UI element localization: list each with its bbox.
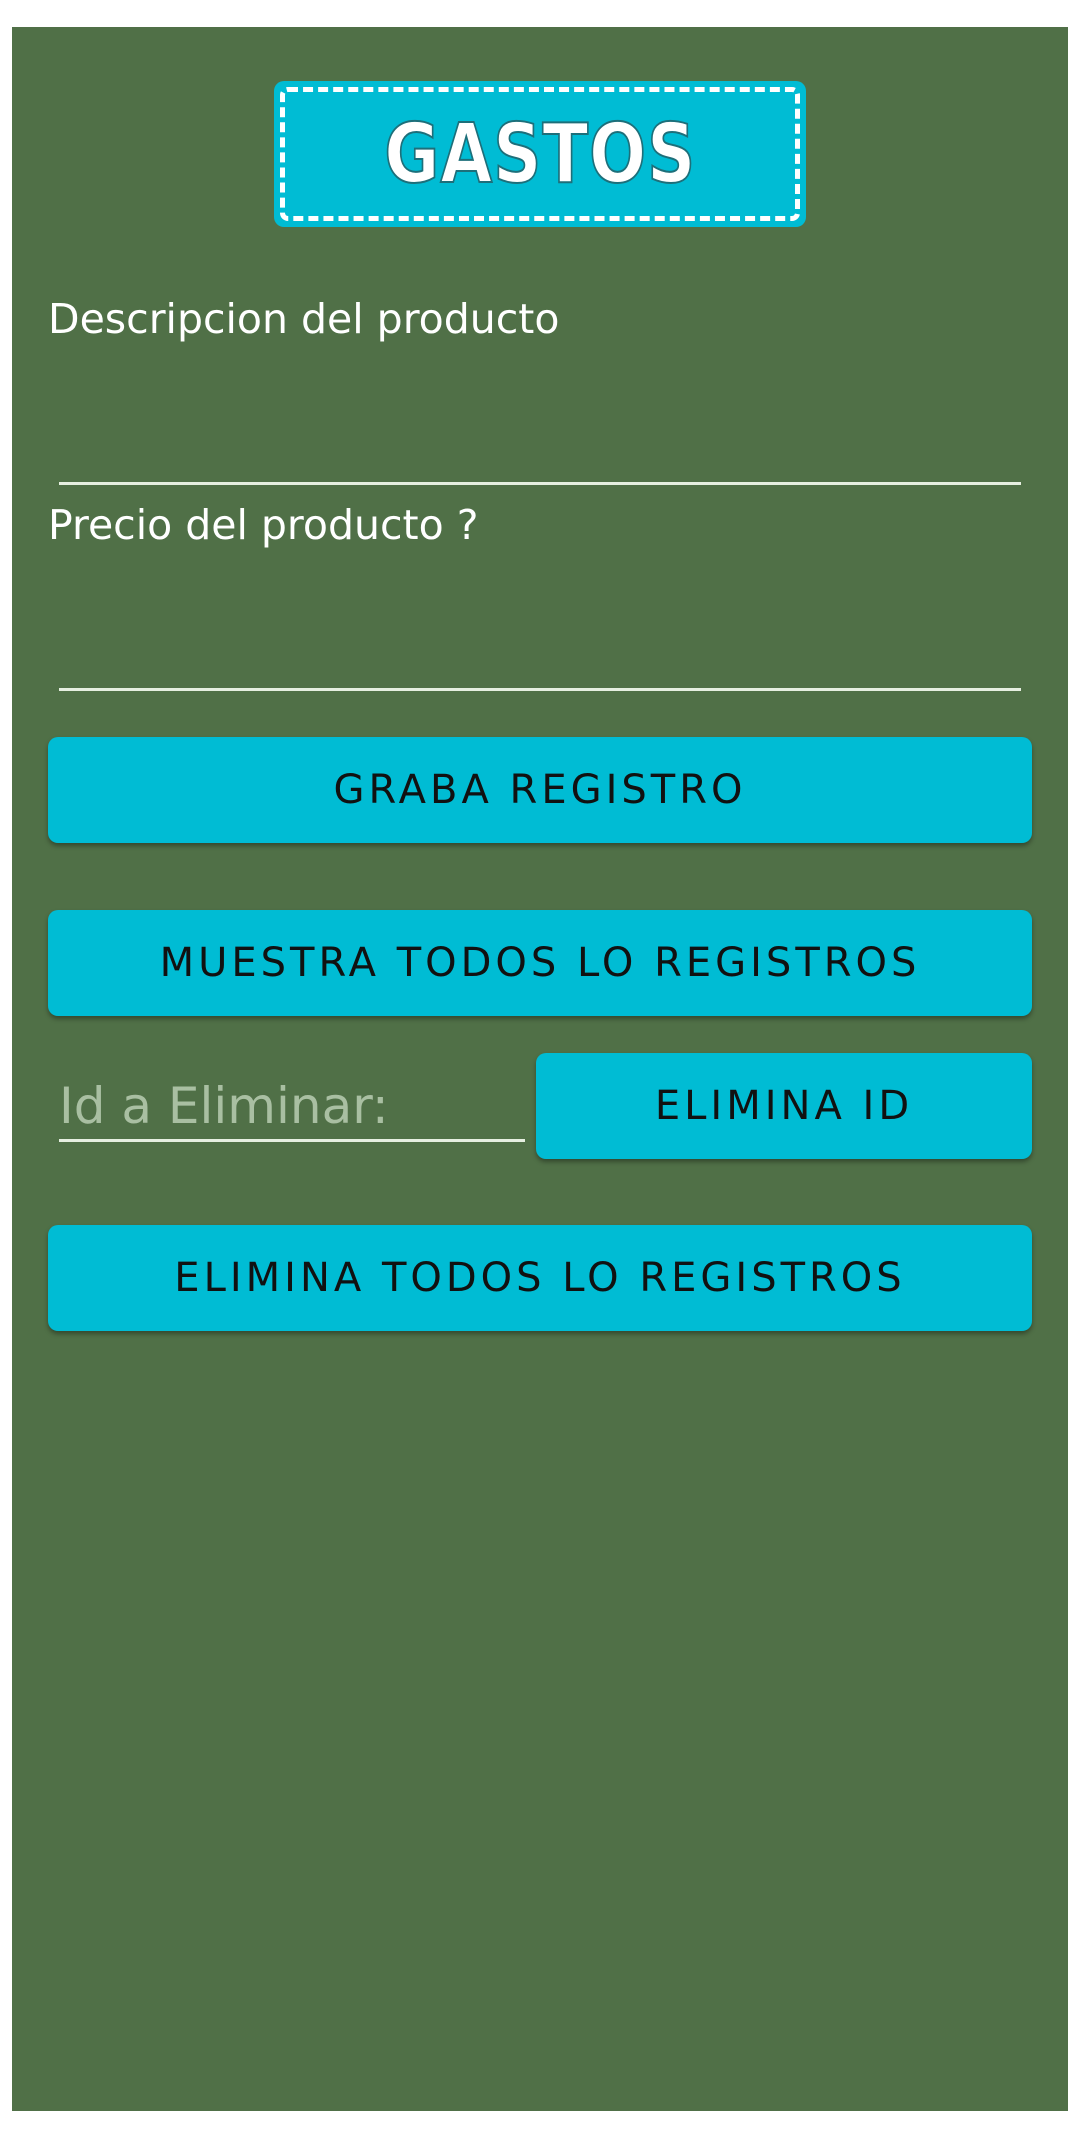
price-input[interactable] xyxy=(59,621,1021,691)
title-border: GASTOS xyxy=(280,87,800,221)
price-label: Precio del producto ? xyxy=(48,501,479,549)
delete-id-button[interactable]: ELIMINA ID xyxy=(536,1053,1032,1159)
page-title: GASTOS xyxy=(383,106,697,203)
title-badge: GASTOS xyxy=(274,81,806,227)
delete-all-records-button[interactable]: ELIMINA TODOS LO REGISTROS xyxy=(48,1225,1032,1331)
description-label: Descripcion del producto xyxy=(48,295,560,343)
app-screen: GASTOS Descripcion del producto Precio d… xyxy=(12,27,1068,2111)
save-record-button[interactable]: GRABA REGISTRO xyxy=(48,737,1032,843)
delete-id-input[interactable] xyxy=(59,1072,525,1142)
description-input[interactable] xyxy=(59,415,1021,485)
show-all-records-button[interactable]: MUESTRA TODOS LO REGISTROS xyxy=(48,910,1032,1016)
